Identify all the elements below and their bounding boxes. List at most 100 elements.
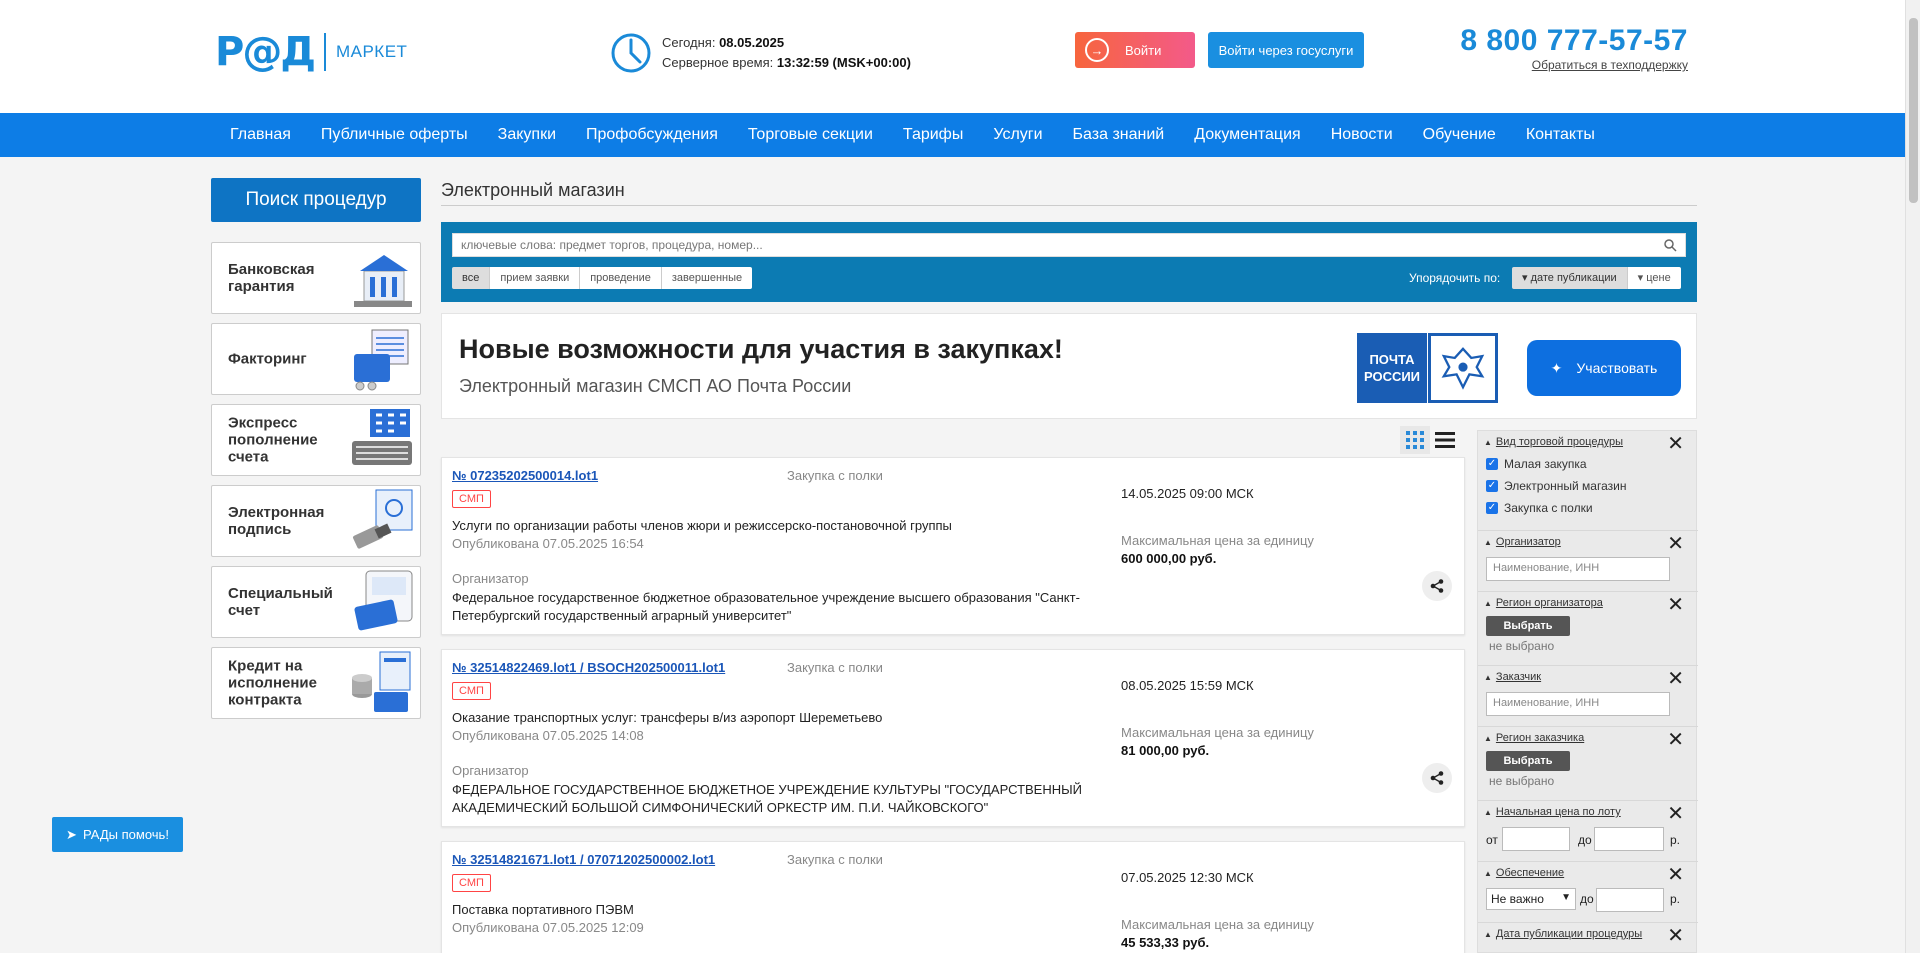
sidebar-card-digital-signature[interactable]: Электронная подпись — [211, 485, 421, 557]
procedure-type: Закупка с полки — [787, 852, 883, 867]
scrollbar-thumb[interactable] — [1909, 18, 1918, 203]
nav-item-knowledge-base[interactable]: База знаний — [1073, 126, 1165, 144]
close-icon[interactable]: ✕ — [1667, 727, 1684, 752]
filter-title[interactable]: Вид торговой процедуры — [1484, 436, 1623, 448]
organizer-name: ФЕДЕРАЛЬНОЕ ГОСУДАРСТВЕННОЕ БЮДЖЕТНОЕ УЧ… — [452, 782, 1082, 815]
nav-item-documentation[interactable]: Документация — [1194, 126, 1300, 144]
nav-item-contacts[interactable]: Контакты — [1526, 126, 1595, 144]
procedure-type: Закупка с полки — [787, 468, 883, 483]
procedure-name: Поставка портативного ПЭВМ — [452, 902, 634, 917]
share-button[interactable] — [1422, 571, 1452, 601]
close-icon[interactable]: ✕ — [1667, 531, 1684, 556]
filter-title[interactable]: Дата публикации процедуры — [1484, 928, 1642, 940]
nav-item-discussions[interactable]: Профобсуждения — [586, 126, 718, 144]
phone-number[interactable]: 8 800 777-57-57 — [1460, 24, 1688, 58]
nav-item-home[interactable]: Главная — [230, 126, 291, 144]
checkbox-e-shop[interactable]: ✓ Электронный магазин — [1486, 479, 1626, 493]
tab-in-progress[interactable]: проведение — [580, 267, 662, 289]
nav-item-services[interactable]: Услуги — [993, 126, 1042, 144]
support-link[interactable]: Обратиться в техподдержку — [1460, 58, 1688, 72]
sidebar-card-label: Кредит на исполнение контракта — [228, 657, 317, 709]
sort-label: Упорядочить по: — [1409, 271, 1501, 285]
close-icon[interactable]: ✕ — [1667, 592, 1684, 617]
checkbox-small-purchase[interactable]: ✓ Малая закупка — [1486, 457, 1587, 471]
sort-tabs: ▾ дате публикации ▾ цене — [1512, 267, 1681, 289]
filter-title[interactable]: Регион организатора — [1484, 597, 1603, 609]
tab-all[interactable]: все — [452, 267, 491, 289]
sidebar-card-bank-guarantee[interactable]: Банковская гарантия — [211, 242, 421, 314]
share-button[interactable] — [1422, 763, 1452, 793]
eagle-emblem-icon — [1428, 333, 1498, 403]
filter-start-price: Начальная цена по лоту ✕ от до р. — [1478, 801, 1698, 862]
nav-item-public-offers[interactable]: Публичные оферты — [321, 126, 468, 144]
sidebar-card-label: Специальный счет — [228, 585, 333, 619]
filter-title[interactable]: Регион заказчика — [1484, 732, 1584, 744]
checkbox-label: Электронный магазин — [1504, 479, 1627, 493]
search-input[interactable]: ключевые слова: предмет торгов, процедур… — [452, 233, 1686, 257]
emblem-icon: ✦ — [1550, 359, 1563, 376]
security-to-input[interactable] — [1596, 888, 1664, 912]
participate-button[interactable]: ✦ Участвовать — [1527, 340, 1681, 396]
checkmark-icon: ✓ — [1486, 458, 1498, 470]
checkbox-shelf-purchase[interactable]: ✓ Закупка с полки — [1486, 501, 1593, 515]
organizer-name: Федеральное государственное бюджетное об… — [452, 590, 1080, 623]
share-icon — [1430, 771, 1444, 785]
page-scrollbar[interactable] — [1905, 0, 1920, 953]
nav-item-education[interactable]: Обучение — [1423, 126, 1496, 144]
list-view-icon[interactable] — [1430, 426, 1460, 454]
price-to-input[interactable] — [1594, 827, 1664, 851]
close-icon[interactable]: ✕ — [1667, 862, 1684, 887]
usb-token-icon — [353, 489, 413, 549]
customer-input[interactable]: Наименование, ИНН — [1486, 692, 1670, 716]
bank-building-icon — [354, 255, 412, 307]
procedure-number-link[interactable]: № 32514822469.lot1 / BSOCH202500011.lot1 — [452, 660, 725, 675]
sidebar-card-express-topup[interactable]: Экспресс пополнение счета — [211, 404, 421, 476]
nav-item-news[interactable]: Новости — [1331, 126, 1393, 144]
procedure-number-link[interactable]: № 32514821671.lot1 / 07071202500002.lot1 — [452, 852, 715, 867]
nav-item-trade-sections[interactable]: Торговые секции — [748, 126, 873, 144]
nav-item-purchases[interactable]: Закупки — [498, 126, 556, 144]
server-date-box: Сегодня: 08.05.2025 Серверное время: 13:… — [610, 32, 911, 74]
organizer-input[interactable]: Наименование, ИНН — [1486, 557, 1670, 581]
filter-title[interactable]: Заказчик — [1484, 671, 1541, 683]
tab-completed[interactable]: завершенные — [661, 267, 753, 289]
filter-title[interactable]: Обеспечение — [1484, 867, 1564, 879]
sort-by-date[interactable]: ▾ дате публикации — [1512, 267, 1628, 289]
tab-receiving[interactable]: прием заявки — [490, 267, 581, 289]
filter-title[interactable]: Организатор — [1484, 536, 1561, 548]
sidebar-card-label: Электронная подпись — [228, 504, 325, 538]
procedure-number-link[interactable]: № 07235202500014.lot1 — [452, 468, 598, 483]
banner-title: Новые возможности для участия в закупках… — [459, 334, 1063, 364]
gosuslugi-login-button[interactable]: Войти через госуслуги — [1208, 32, 1364, 68]
checkbox-label: Малая закупка — [1504, 457, 1587, 471]
organizer-label: Организатор — [452, 571, 529, 586]
server-time-value: 13:32:59 (MSK+00:00) — [776, 55, 911, 70]
grid-view-icon[interactable] — [1400, 426, 1430, 454]
close-icon[interactable]: ✕ — [1667, 666, 1684, 691]
filter-procedure-type: Вид торговой процедуры ✕ ✓Малая закупка … — [1478, 431, 1698, 531]
clock-icon — [611, 33, 651, 73]
procedure-name: Оказание транспортных услуг: трансферы в… — [452, 710, 883, 725]
sort-by-price-label: цене — [1646, 272, 1671, 284]
sidebar-card-factoring[interactable]: Факторинг — [211, 323, 421, 395]
telegram-help-button[interactable]: ➤ РАДы помочь! — [52, 817, 183, 852]
coins-documents-icon — [352, 651, 411, 712]
select-region-button[interactable]: Выбрать — [1486, 616, 1570, 636]
login-button[interactable]: → Войти — [1075, 32, 1195, 68]
search-procedures-button[interactable]: Поиск процедур — [211, 178, 421, 222]
close-icon[interactable]: ✕ — [1667, 923, 1684, 948]
security-select[interactable]: Не важно ▼ — [1486, 888, 1576, 910]
sort-by-price[interactable]: ▾ цене — [1627, 267, 1681, 289]
nav-item-tariffs[interactable]: Тарифы — [903, 126, 963, 144]
select-region-button[interactable]: Выбрать — [1486, 751, 1570, 771]
price-from-input[interactable] — [1502, 827, 1570, 851]
filter-title[interactable]: Начальная цена по лоту — [1484, 806, 1621, 818]
sidebar-card-special-account[interactable]: Специальный счет — [211, 566, 421, 638]
close-icon[interactable]: ✕ — [1667, 801, 1684, 826]
logo-divider — [323, 33, 326, 71]
published-date: Опубликована 07.05.2025 14:08 — [452, 728, 644, 743]
logo[interactable]: Р@Д МАРКЕТ — [215, 30, 407, 74]
close-icon[interactable]: ✕ — [1667, 431, 1684, 456]
sidebar-card-contract-credit[interactable]: Кредит на исполнение контракта — [211, 647, 421, 719]
search-icon[interactable] — [1664, 239, 1677, 252]
